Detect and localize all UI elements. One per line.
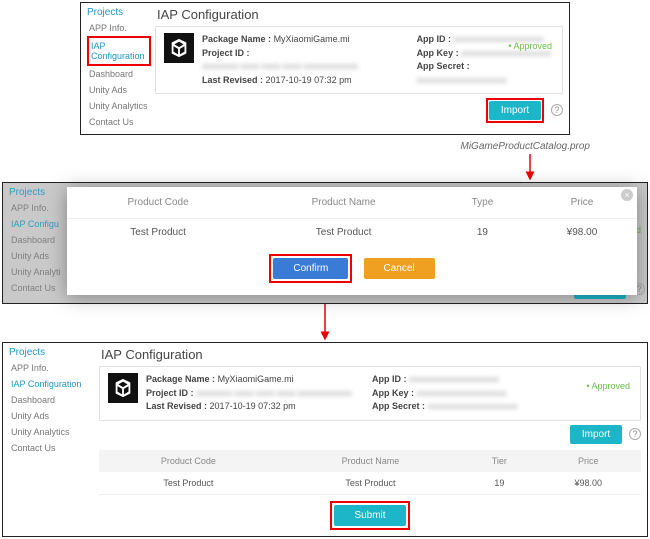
pkg-name-label: Package Name : bbox=[146, 374, 215, 384]
app-secret-label: App Secret : bbox=[417, 61, 470, 71]
close-icon[interactable]: × bbox=[621, 189, 633, 201]
sidebar-item-iap-config[interactable]: IAP Configu bbox=[9, 216, 67, 232]
cell-name: Test Product bbox=[249, 219, 438, 247]
sidebar-item-dashboard[interactable]: Dashboard bbox=[87, 66, 151, 82]
contact-us-link[interactable]: Contact Us bbox=[5, 280, 67, 296]
cell-price: ¥98.00 bbox=[527, 219, 637, 247]
last-revised-value: 2017-10-19 07:32 pm bbox=[210, 401, 296, 411]
sidebar-item-unity-analytics[interactable]: Unity Analytics bbox=[9, 424, 95, 440]
sidebar-item-unity-ads[interactable]: Unity Ads bbox=[9, 248, 67, 264]
app-summary-card: Package Name : MyXiaomiGame.mi Project I… bbox=[155, 26, 563, 94]
project-id-label: Project ID : bbox=[202, 48, 250, 58]
col-product-name: Product Name bbox=[278, 450, 463, 472]
col-price: Price bbox=[536, 450, 641, 472]
help-icon[interactable]: ? bbox=[629, 428, 641, 440]
projects-header: Projects bbox=[9, 347, 95, 358]
app-key-label: App Key : bbox=[372, 388, 414, 398]
sidebar-item-app-info[interactable]: APP Info. bbox=[87, 20, 151, 36]
col-product-code: Product Code bbox=[99, 450, 278, 472]
last-revised-label: Last Revised : bbox=[202, 75, 263, 85]
sidebar-item-app-info[interactable]: APP Info. bbox=[9, 360, 95, 376]
import-button[interactable]: Import bbox=[489, 101, 541, 120]
sidebar-item-iap-config[interactable]: IAP Configuration bbox=[87, 36, 151, 66]
app-key-value: xxxxxxxxxxxxxxxxxxxx bbox=[417, 387, 507, 401]
table-row: Test Product Test Product 19 ¥98.00 bbox=[67, 219, 637, 247]
projects-header: Projects bbox=[87, 7, 151, 18]
page-title: IAP Configuration bbox=[101, 347, 641, 362]
status-approved: Approved bbox=[586, 381, 630, 391]
project-id-value: xxxxxxxx-xxxx-xxxx-xxxx-xxxxxxxxxxxx bbox=[196, 387, 352, 401]
col-type: Type bbox=[438, 187, 527, 219]
pkg-name-value: MyXiaomiGame.mi bbox=[218, 374, 294, 384]
pkg-name-value: MyXiaomiGame.mi bbox=[274, 34, 350, 44]
last-revised-value: 2017-10-19 07:32 pm bbox=[266, 75, 352, 85]
contact-us-link[interactable]: Contact Us bbox=[5, 440, 95, 456]
col-tier: Tier bbox=[463, 450, 535, 472]
app-secret-value: xxxxxxxxxxxxxxxxxxxx bbox=[428, 400, 518, 414]
sidebar-item-unity-analytics[interactable]: Unity Analytics bbox=[87, 98, 151, 114]
help-icon[interactable]: ? bbox=[551, 104, 563, 116]
app-secret-label: App Secret : bbox=[372, 401, 425, 411]
product-table: Product Code Product Name Tier Price Tes… bbox=[99, 450, 641, 495]
annotation-filename: MiGameProductCatalog.prop bbox=[0, 141, 590, 152]
cell-code: Test Product bbox=[99, 472, 278, 495]
import-button[interactable]: Import bbox=[570, 425, 622, 444]
sidebar-item-unity-ads[interactable]: Unity Ads bbox=[87, 82, 151, 98]
page-title: IAP Configuration bbox=[157, 7, 563, 22]
app-summary-card: Package Name : MyXiaomiGame.mi Project I… bbox=[99, 366, 641, 421]
sidebar-item-unity-ads[interactable]: Unity Ads bbox=[9, 408, 95, 424]
cell-price: ¥98.00 bbox=[536, 472, 641, 495]
app-id-label: App ID : bbox=[417, 34, 452, 44]
confirm-button[interactable]: Confirm bbox=[273, 258, 348, 279]
cell-tier: 19 bbox=[463, 472, 535, 495]
unity-logo-icon bbox=[164, 33, 194, 63]
app-key-label: App Key : bbox=[417, 48, 459, 58]
table-row: Test Product Test Product 19 ¥98.00 bbox=[99, 472, 641, 495]
sidebar-item-dashboard[interactable]: Dashboard bbox=[9, 232, 67, 248]
projects-header: Projects bbox=[9, 187, 67, 198]
project-id-label: Project ID : bbox=[146, 388, 194, 398]
unity-logo-icon bbox=[108, 373, 138, 403]
app-secret-value: xxxxxxxxxxxxxxxxxxxx bbox=[417, 74, 507, 88]
sidebar-item-app-info[interactable]: APP Info. bbox=[9, 200, 67, 216]
app-id-value: xxxxxxxxxxxxxxxxxxxx bbox=[409, 373, 499, 387]
last-revised-label: Last Revised : bbox=[146, 401, 207, 411]
col-product-name: Product Name bbox=[249, 187, 438, 219]
pkg-name-label: Package Name : bbox=[202, 34, 271, 44]
cell-type: 19 bbox=[438, 219, 527, 247]
sidebar-item-unity-analytics[interactable]: Unity Analyti bbox=[9, 264, 67, 280]
flow-arrow-icon bbox=[75, 154, 575, 180]
confirm-dialog: × Product Code Product Name Type Price T… bbox=[67, 187, 637, 295]
cancel-button[interactable]: Cancel bbox=[364, 258, 435, 279]
sidebar-item-dashboard[interactable]: Dashboard bbox=[9, 392, 95, 408]
sidebar-item-iap-config[interactable]: IAP Configuration bbox=[9, 376, 95, 392]
flow-arrow-icon bbox=[75, 304, 575, 340]
cell-name: Test Product bbox=[278, 472, 463, 495]
cell-code: Test Product bbox=[67, 219, 249, 247]
contact-us-link[interactable]: Contact Us bbox=[83, 114, 151, 130]
submit-button[interactable]: Submit bbox=[334, 505, 405, 526]
project-id-value: xxxxxxxx-xxxx-xxxx-xxxx-xxxxxxxxxxxx bbox=[202, 60, 358, 74]
status-approved: Approved bbox=[508, 41, 552, 51]
col-product-code: Product Code bbox=[67, 187, 249, 219]
app-id-label: App ID : bbox=[372, 374, 407, 384]
